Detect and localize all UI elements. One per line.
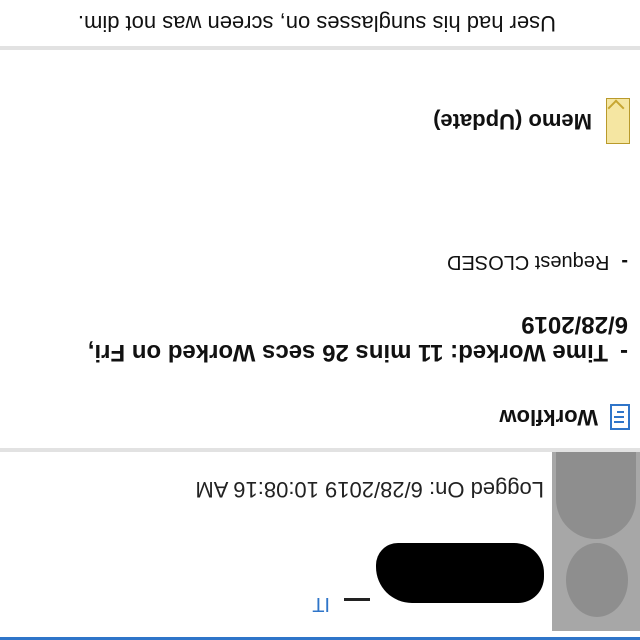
name-separator <box>344 598 370 601</box>
memo-note: User had his sunglasses on, screen was n… <box>77 11 556 36</box>
workflow-title: Workflow <box>499 405 598 430</box>
request-status-text: Request CLOSED <box>447 251 610 273</box>
role-link[interactable]: IT <box>312 592 330 615</box>
divider <box>0 46 640 50</box>
bullet: - <box>620 339 628 366</box>
divider <box>0 448 640 452</box>
bullet: - <box>621 251 628 273</box>
workflow-icon <box>610 404 630 430</box>
avatar-head-shape <box>566 543 628 617</box>
time-worked-text: Time Worked: 11 mins 26 secs Worked on F… <box>87 311 628 366</box>
avatar-body-shape <box>556 451 636 539</box>
avatar <box>552 451 640 631</box>
ticket-history-panel: IT Logged On: 6/28/2019 10:08:16 AM Work… <box>0 0 640 640</box>
memo-header: Memo (Update) <box>433 98 630 144</box>
time-worked: -Time Worked: 11 mins 26 secs Worked on … <box>0 310 628 366</box>
request-status: -Request CLOSED <box>447 250 628 273</box>
redacted-user-name <box>376 543 544 603</box>
workflow-header: Workflow <box>499 402 630 432</box>
memo-icon <box>606 98 630 144</box>
memo-title: Memo (Update) <box>433 109 592 134</box>
entry-header: IT Logged On: 6/28/2019 10:08:16 AM <box>0 451 640 640</box>
logged-on-timestamp: Logged On: 6/28/2019 10:08:16 AM <box>195 477 544 502</box>
